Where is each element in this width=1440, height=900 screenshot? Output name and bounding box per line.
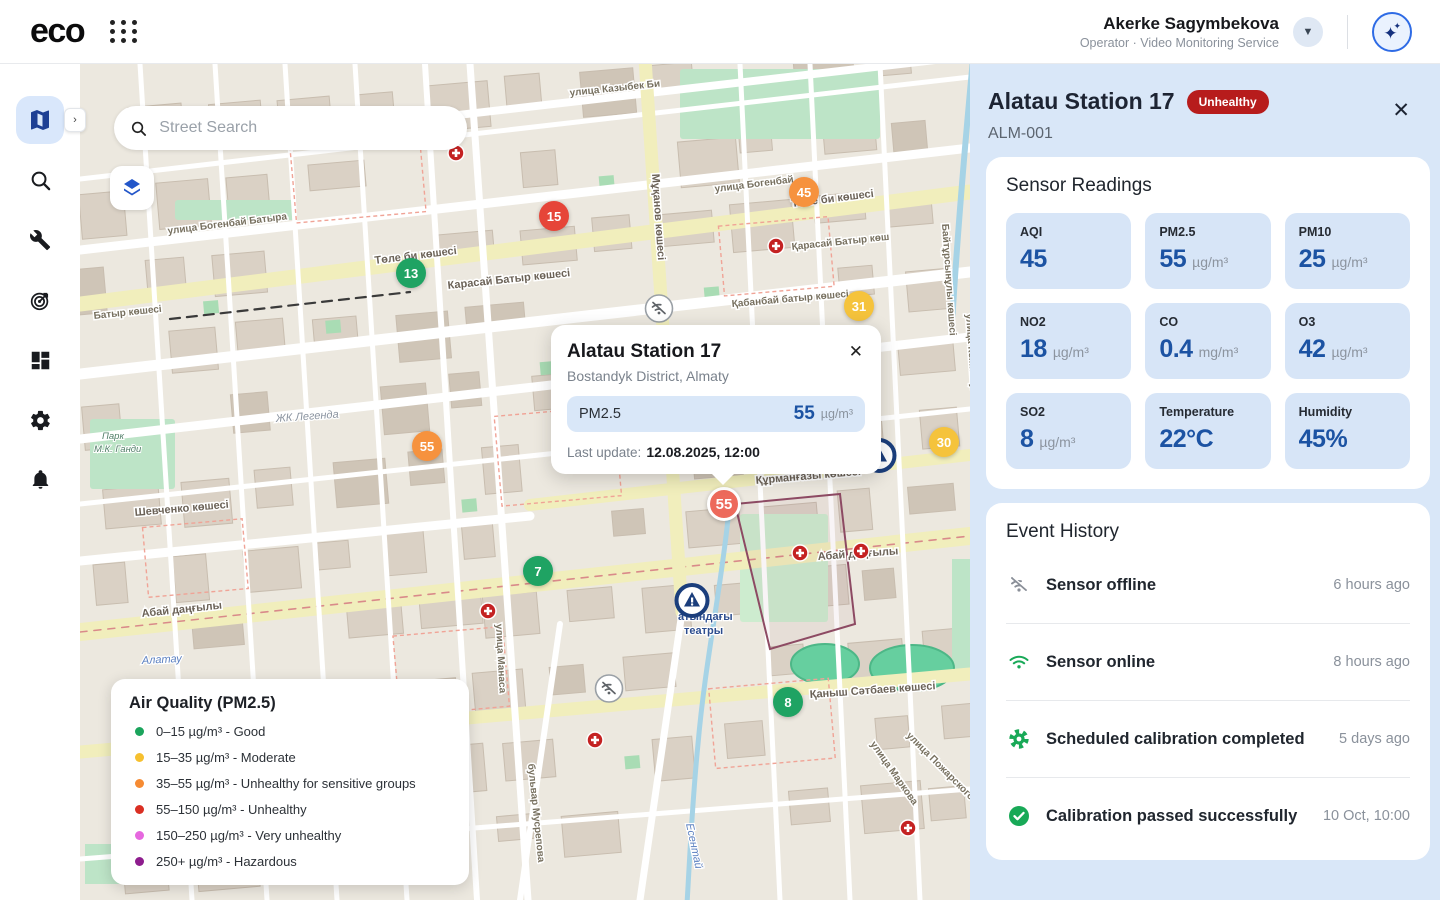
sidebar-expand-button[interactable]: › [64,108,86,132]
eco-logo: eco [30,12,84,51]
map-marker[interactable]: 7 [523,556,553,586]
sensor-tile-humidity: Humidity45% [1285,393,1410,469]
popup-metric-label: PM2.5 [579,406,621,422]
event-row: Calibration passed successfully 10 Oct, … [1006,778,1410,840]
station-details-panel: Alatau Station 17 Unhealthy ✕ ALM-001 Se… [970,64,1440,900]
street-search-bar[interactable] [114,106,467,150]
target-icon [29,289,52,312]
legend-dot-very-unhealthy [135,831,144,840]
map-marker[interactable]: 55 [412,431,442,461]
popup-last-update: Last update:12.08.2025, 12:00 [567,444,865,460]
legend-dot-moderate [135,753,144,762]
event-history-title: Event History [1006,521,1410,543]
apps-grid-icon[interactable] [110,20,139,43]
map-marker[interactable]: 30 [929,427,959,457]
sidebar-item-tools[interactable] [16,216,64,264]
sensor-readings-title: Sensor Readings [1006,175,1410,197]
map-marker[interactable]: 31 [844,291,874,321]
popup-metric-value: 55 [794,403,815,425]
search-icon [130,119,147,138]
event-history-card: Event History Sensor offline 6 hours ago… [986,503,1430,860]
dashboard-icon [30,350,51,371]
sidebar-item-monitoring[interactable] [16,276,64,324]
sensor-tile-o3: O342µg/m³ [1285,303,1410,379]
sidebar-item-search[interactable] [16,156,64,204]
calibration-gear-icon [1006,727,1032,751]
legend-dot-hazardous [135,857,144,866]
sensor-tile-so2: SO28µg/m³ [1006,393,1131,469]
legend-title: Air Quality (PM2.5) [129,694,451,713]
legend-dot-unhealthy [135,805,144,814]
event-row: Sensor offline 6 hours ago [1006,547,1410,624]
popup-close-icon[interactable]: ✕ [847,341,865,362]
app-header: eco Akerke Sagymbekova Operator · Video … [0,0,1440,64]
street-label: М.К. Ганди [94,444,142,455]
station-popup: Alatau Station 17 ✕ Bostandyk District, … [551,325,881,474]
sensor-tile-pm25: PM2.555µg/m³ [1145,213,1270,289]
layers-icon [120,176,144,200]
sparkle-small-icon: ✦ [1393,21,1401,32]
wrench-icon [29,229,51,251]
alert-station-map-icon[interactable] [674,583,710,624]
street-label: театры [684,625,723,637]
user-info: Akerke Sagymbekova Operator · Video Moni… [1080,14,1279,50]
map-marker[interactable]: 45 [789,177,819,207]
sensor-offline-map-icon[interactable] [594,674,624,709]
panel-close-icon[interactable]: ✕ [1392,100,1410,121]
ai-assistant-button[interactable]: ✦ ✦ [1372,12,1412,52]
legend-dot-good [135,727,144,736]
check-circle-icon [1006,804,1032,828]
event-row: Sensor online 8 hours ago [1006,624,1410,701]
sensor-tile-temperature: Temperature22°C [1145,393,1270,469]
sidebar-item-notifications[interactable] [16,456,64,504]
sensor-tile-pm10: PM1025µg/m³ [1285,213,1410,289]
sensor-tile-no2: NO218µg/m³ [1006,303,1131,379]
popup-title: Alatau Station 17 [567,341,721,363]
left-sidebar [0,64,80,900]
bell-icon [30,469,51,491]
wifi-off-icon [1006,573,1032,597]
popup-metric-row: PM2.5 55 µg/m³ [567,396,865,432]
popup-metric-unit: µg/m³ [821,407,853,421]
map-marker[interactable]: 15 [539,201,569,231]
status-badge: Unhealthy [1187,90,1269,114]
sidebar-item-dashboard[interactable] [16,336,64,384]
map-layers-button[interactable] [110,166,154,210]
gear-icon [29,409,52,432]
map-icon [28,108,52,132]
street-label: Алатау [141,653,184,667]
sidebar-item-settings[interactable] [16,396,64,444]
legend-item: 55–150 µg/m³ - Unhealthy [129,802,451,817]
sidebar-item-map[interactable] [16,96,64,144]
legend-item: 35–55 µg/m³ - Unhealthy for sensitive gr… [129,776,451,791]
sensor-readings-card: Sensor Readings AQI45 PM2.555µg/m³ PM102… [986,157,1430,489]
street-label: Парк [102,431,124,442]
search-icon [29,169,52,192]
legend-dot-usg [135,779,144,788]
legend-item: 250+ µg/m³ - Hazardous [129,854,451,869]
sensor-offline-map-icon[interactable] [644,294,674,329]
legend-item: 0–15 µg/m³ - Good [129,724,451,739]
map-canvas[interactable]: улица Казыбек Биулица Богенбай Батыраули… [80,64,970,900]
user-role: Operator · Video Monitoring Service [1080,36,1279,50]
sensor-tile-co: CO0.4mg/m³ [1145,303,1270,379]
user-name: Akerke Sagymbekova [1080,14,1279,34]
map-marker[interactable]: 8 [773,687,803,717]
popup-subtitle: Bostandyk District, Almaty [567,368,865,384]
map-marker-selected[interactable]: 55 [707,487,741,521]
header-divider [1347,15,1348,49]
event-row: Scheduled calibration completed 5 days a… [1006,701,1410,778]
station-id: ALM-001 [988,125,1414,143]
air-quality-legend: Air Quality (PM2.5) 0–15 µg/m³ - Good 15… [111,679,469,885]
user-menu-chevron-icon[interactable]: ▼ [1293,17,1323,47]
panel-title: Alatau Station 17 [988,88,1175,115]
map-marker[interactable]: 13 [396,258,426,288]
wifi-icon [1006,650,1032,674]
legend-item: 150–250 µg/m³ - Very unhealthy [129,828,451,843]
street-search-input[interactable] [159,119,451,137]
sensor-tile-aqi: AQI45 [1006,213,1131,289]
legend-item: 15–35 µg/m³ - Moderate [129,750,451,765]
